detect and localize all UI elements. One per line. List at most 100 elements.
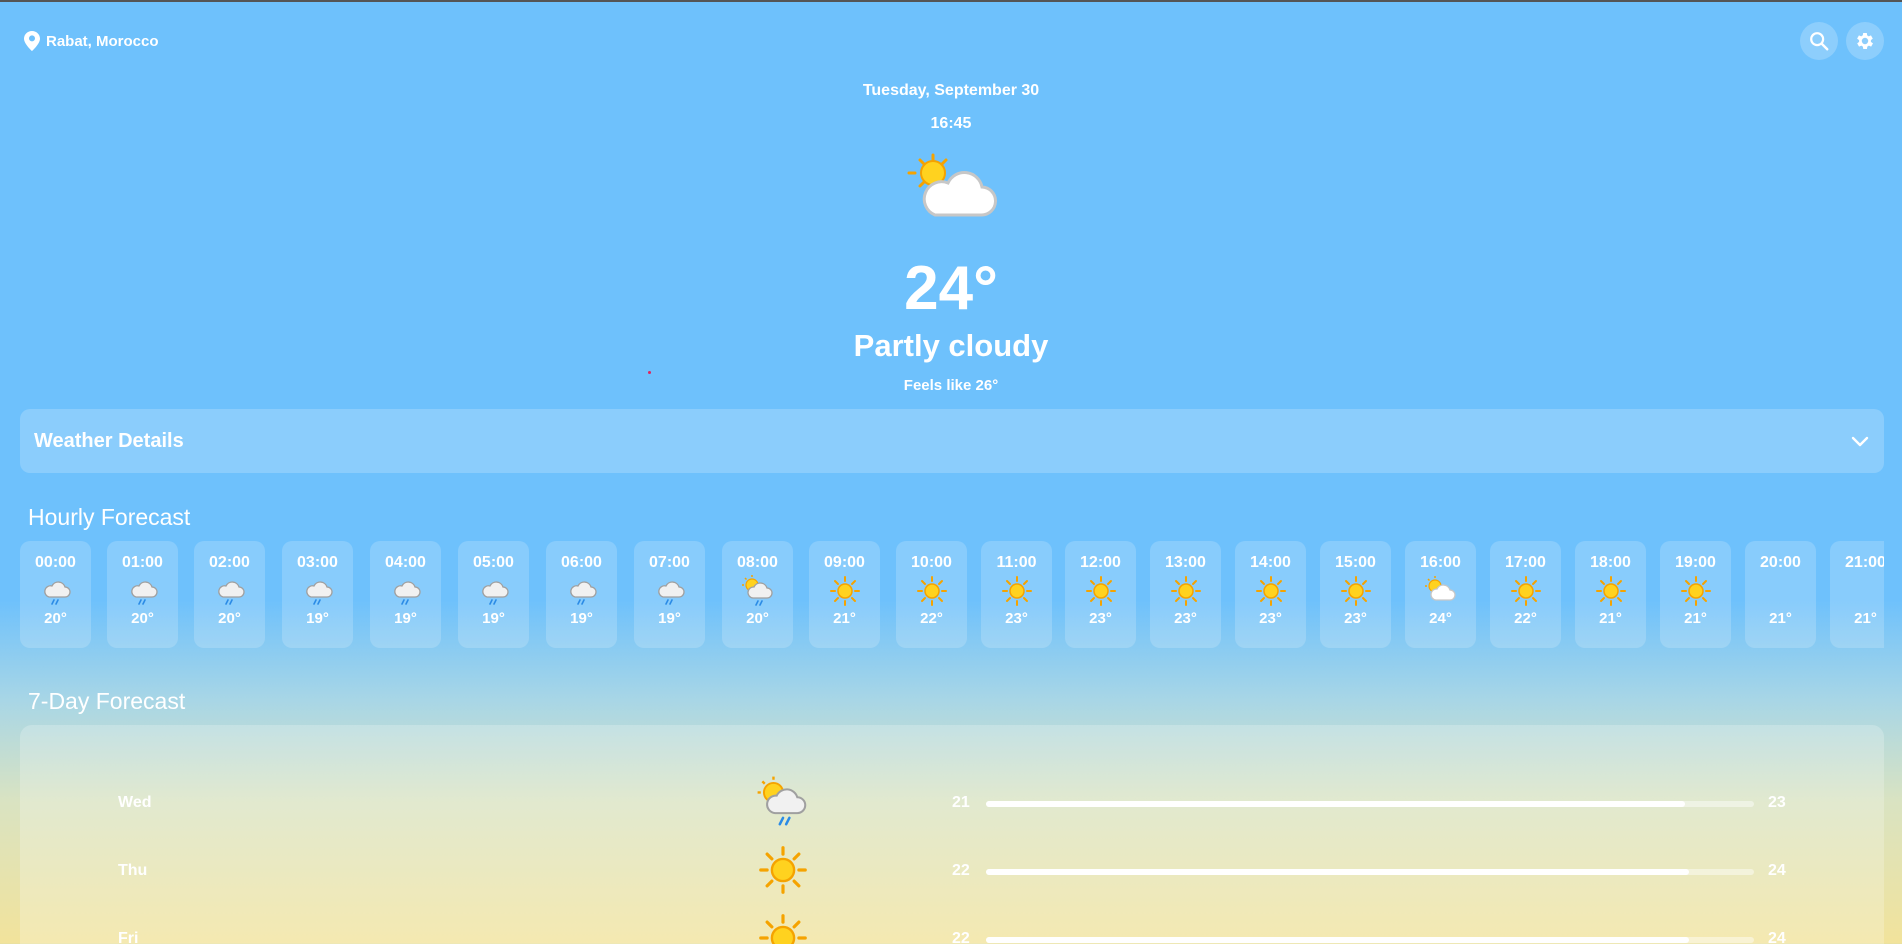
hourly-time: 01:00 [122, 554, 163, 571]
sun-icon [1255, 576, 1286, 606]
search-button[interactable] [1800, 22, 1838, 60]
location-label: Rabat, Morocco [46, 32, 159, 50]
hourly-temp: 19° [482, 610, 505, 627]
daily-day: Wed [118, 794, 152, 811]
hourly-temp: 21° [1854, 610, 1877, 627]
hourly-time: 18:00 [1590, 554, 1631, 571]
top-actions [1800, 22, 1884, 60]
partly-cloudy-day-icon [907, 153, 997, 217]
hourly-time: 08:00 [737, 554, 778, 571]
hourly-time: 15:00 [1335, 554, 1376, 571]
hourly-time: 16:00 [1420, 554, 1461, 571]
temperature-range-fill [986, 869, 1689, 875]
hourly-card[interactable]: 00:00 20° [20, 541, 91, 648]
settings-button[interactable] [1846, 22, 1884, 60]
hourly-card[interactable]: 05:00 19° [458, 541, 529, 648]
night-rain-icon [130, 579, 158, 605]
hourly-forecast-list[interactable]: 00:00 20° 01:00 20° 02:00 20° 03:00 19° 04:00 19°… [20, 541, 1884, 649]
hourly-time: 19:00 [1675, 554, 1716, 571]
hourly-time: 21:00 [1845, 554, 1884, 571]
hourly-card[interactable]: 21:00 21° [1830, 541, 1884, 648]
hourly-time: 10:00 [911, 554, 952, 571]
hourly-temp: 23° [1174, 610, 1197, 627]
hourly-temp: 22° [920, 610, 943, 627]
hourly-time: 02:00 [209, 554, 250, 571]
window-top-border [0, 0, 1902, 2]
chevron-down-icon [1851, 436, 1869, 447]
hourly-card[interactable]: 01:00 20° [107, 541, 178, 648]
daily-row: Thu 22 24 [20, 846, 1884, 894]
hourly-card[interactable]: 19:00 21° [1660, 541, 1731, 648]
sun-icon [829, 576, 860, 606]
current-time: 16:45 [930, 115, 972, 132]
daily-day: Fri [118, 930, 139, 944]
hourly-time: 03:00 [297, 554, 338, 571]
hourly-card[interactable]: 16:00 24° [1405, 541, 1476, 648]
sun-icon [1595, 576, 1626, 606]
hourly-time: 04:00 [385, 554, 426, 571]
hourly-temp: 23° [1344, 610, 1367, 627]
hourly-temp: 23° [1005, 610, 1028, 627]
hourly-temp: 24° [1429, 610, 1452, 627]
hourly-temp: 19° [658, 610, 681, 627]
temperature-range-bar [986, 801, 1754, 807]
daily-high: 24 [1768, 930, 1786, 944]
hourly-card[interactable]: 17:00 22° [1490, 541, 1561, 648]
night-rain-icon [305, 579, 333, 605]
feels-like: Feels like 26° [903, 377, 999, 394]
night-rain-icon [481, 579, 509, 605]
current-condition: Partly cloudy [853, 328, 1049, 363]
hourly-card[interactable]: 04:00 19° [370, 541, 441, 648]
hourly-card[interactable]: 09:00 21° [809, 541, 880, 648]
hourly-temp: 21° [1599, 610, 1622, 627]
hourly-card[interactable]: 20:00 21° [1745, 541, 1816, 648]
hourly-card[interactable]: 10:00 22° [896, 541, 967, 648]
temperature-range-bar [986, 937, 1754, 943]
hourly-time: 07:00 [649, 554, 690, 571]
temperature-range-bar [986, 869, 1754, 875]
cursor-dot [648, 371, 651, 374]
daily-low: 22 [952, 930, 970, 944]
temperature-range-fill [986, 801, 1685, 807]
hourly-temp: 21° [1769, 610, 1792, 627]
current-weather: Tuesday, September 30 16:45 24° Partly c… [0, 82, 1902, 394]
daily-day: Thu [118, 862, 148, 879]
hourly-time: 05:00 [473, 554, 514, 571]
day-rain-icon [757, 776, 807, 826]
hourly-card[interactable]: 15:00 23° [1320, 541, 1391, 648]
sun-icon [759, 914, 807, 944]
hourly-card[interactable]: 13:00 23° [1150, 541, 1221, 648]
hourly-temp: 21° [833, 610, 856, 627]
sun-icon [1001, 576, 1032, 606]
sun-icon [1510, 576, 1541, 606]
location[interactable]: Rabat, Morocco [24, 31, 159, 51]
hourly-time: 06:00 [561, 554, 602, 571]
weather-details-toggle[interactable]: Weather Details [20, 409, 1884, 473]
hourly-card[interactable]: 12:00 23° [1065, 541, 1136, 648]
hourly-temp: 20° [218, 610, 241, 627]
hourly-card[interactable]: 03:00 19° [282, 541, 353, 648]
hourly-card[interactable]: 14:00 23° [1235, 541, 1306, 648]
daily-low: 21 [952, 794, 970, 811]
hourly-card[interactable]: 08:00 20° [722, 541, 793, 648]
hourly-temp: 19° [570, 610, 593, 627]
hourly-card[interactable]: 06:00 19° [546, 541, 617, 648]
hourly-temp: 23° [1259, 610, 1282, 627]
hourly-card[interactable]: 07:00 19° [634, 541, 705, 648]
sun-icon [1085, 576, 1116, 606]
hourly-temp: 21° [1684, 610, 1707, 627]
hourly-card[interactable]: 18:00 21° [1575, 541, 1646, 648]
hourly-temp: 20° [44, 610, 67, 627]
hourly-time: 14:00 [1250, 554, 1291, 571]
daily-forecast-list: Wed 21 23 Thu 22 24 Fri 22 24 [20, 725, 1884, 944]
daily-high: 23 [1768, 794, 1786, 811]
map-pin-icon [24, 31, 40, 51]
hourly-card[interactable]: 11:00 23° [981, 541, 1052, 648]
hourly-card[interactable]: 02:00 20° [194, 541, 265, 648]
daily-high: 24 [1768, 862, 1786, 879]
current-date: Tuesday, September 30 [862, 82, 1040, 99]
search-icon [1810, 32, 1829, 51]
current-temperature: 24° [904, 254, 998, 323]
sun-icon [1340, 576, 1371, 606]
hourly-time: 12:00 [1080, 554, 1121, 571]
